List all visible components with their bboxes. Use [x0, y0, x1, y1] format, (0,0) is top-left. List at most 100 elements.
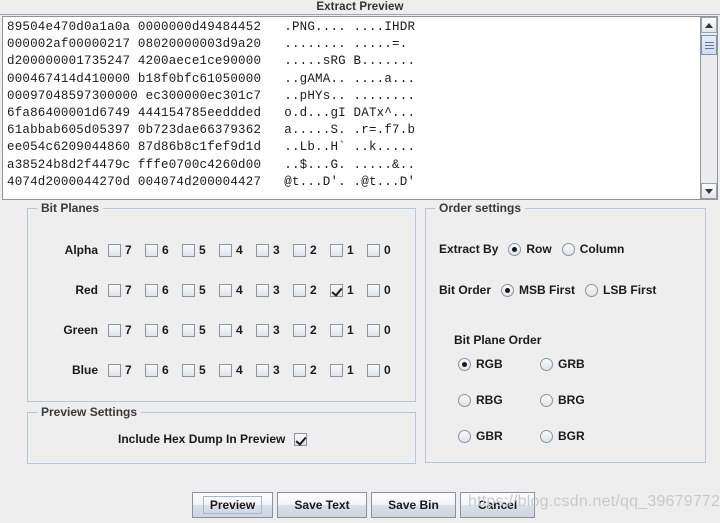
bit-plane-cell-green-4[interactable]: 4 [219, 323, 256, 337]
bit-plane-cell-blue-6[interactable]: 6 [145, 363, 182, 377]
bit-plane-checkbox-blue-2[interactable] [293, 363, 306, 377]
bit-plane-cell-blue-2[interactable]: 2 [293, 363, 330, 377]
bit-plane-order-grb[interactable]: GRB [540, 357, 622, 371]
bit-plane-cell-red-1[interactable]: 1 [330, 283, 367, 297]
bit-plane-checkbox-blue-7[interactable] [108, 363, 121, 377]
bit-plane-cell-blue-4[interactable]: 4 [219, 363, 256, 377]
bit-plane-checkbox-green-3[interactable] [256, 323, 269, 337]
bit-plane-order-grb-radio[interactable] [540, 357, 553, 371]
bit-plane-checkbox-red-6[interactable] [145, 283, 158, 297]
save-bin-button[interactable]: Save Bin [371, 492, 456, 518]
scroll-up-button[interactable] [701, 17, 717, 33]
bit-plane-checkbox-alpha-6[interactable] [145, 243, 158, 257]
bit-plane-cell-red-7[interactable]: 7 [108, 283, 145, 297]
bit-plane-cell-green-6[interactable]: 6 [145, 323, 182, 337]
bit-plane-order-rbg-radio[interactable] [458, 393, 471, 407]
bit-plane-cell-green-3[interactable]: 3 [256, 323, 293, 337]
bit-plane-checkbox-green-7[interactable] [108, 323, 121, 337]
bit-plane-cell-alpha-1[interactable]: 1 [330, 243, 367, 257]
bit-plane-cell-red-0[interactable]: 0 [367, 283, 404, 297]
bit-plane-checkbox-blue-3[interactable] [256, 363, 269, 377]
bit-plane-checkbox-red-3[interactable] [256, 283, 269, 297]
include-hex-dump-checkbox[interactable] [294, 432, 308, 446]
hex-dump-textarea[interactable]: 89504e470d0a1a0a 0000000d49484452 .PNG..… [3, 17, 700, 199]
preview-vertical-scrollbar[interactable] [700, 17, 717, 199]
bit-plane-cell-red-6[interactable]: 6 [145, 283, 182, 297]
bit-plane-cell-alpha-3[interactable]: 3 [256, 243, 293, 257]
bit-order-lsb-first-label: LSB First [603, 283, 657, 297]
bit-plane-cell-alpha-6[interactable]: 6 [145, 243, 182, 257]
bit-plane-checkbox-red-2[interactable] [293, 283, 306, 297]
bit-plane-checkbox-blue-1[interactable] [330, 363, 343, 377]
bit-plane-order-rgb-radio[interactable] [458, 357, 471, 371]
save-text-button[interactable]: Save Text [277, 492, 367, 518]
extract-by-row-radio[interactable] [508, 242, 522, 256]
bit-plane-checkbox-alpha-0[interactable] [367, 243, 380, 257]
bit-plane-cell-alpha-5[interactable]: 5 [182, 243, 219, 257]
bit-plane-checkbox-blue-6[interactable] [145, 363, 158, 377]
bit-plane-checkbox-alpha-7[interactable] [108, 243, 121, 257]
bit-plane-cell-green-1[interactable]: 1 [330, 323, 367, 337]
bit-plane-order-bgr-radio[interactable] [540, 429, 553, 443]
bit-plane-cell-green-7[interactable]: 7 [108, 323, 145, 337]
extract-by-row[interactable]: Row [508, 242, 552, 256]
bit-plane-checkbox-red-4[interactable] [219, 283, 232, 297]
bit-plane-cell-red-2[interactable]: 2 [293, 283, 330, 297]
bit-plane-checkbox-alpha-4[interactable] [219, 243, 232, 257]
bit-plane-checkbox-green-5[interactable] [182, 323, 195, 337]
scroll-down-button[interactable] [701, 183, 717, 199]
scrollbar-track[interactable] [701, 33, 717, 183]
bit-plane-order-gbr[interactable]: GBR [458, 429, 540, 443]
bit-plane-checkbox-alpha-2[interactable] [293, 243, 306, 257]
bit-plane-checkbox-alpha-5[interactable] [182, 243, 195, 257]
bit-plane-cell-blue-5[interactable]: 5 [182, 363, 219, 377]
bit-plane-cell-green-0[interactable]: 0 [367, 323, 404, 337]
bit-plane-cell-blue-7[interactable]: 7 [108, 363, 145, 377]
bit-plane-checkbox-blue-5[interactable] [182, 363, 195, 377]
bit-plane-checkbox-red-5[interactable] [182, 283, 195, 297]
bit-plane-cell-alpha-0[interactable]: 0 [367, 243, 404, 257]
extract-by-column[interactable]: Column [561, 242, 624, 256]
bit-order-lsb-first-radio[interactable] [585, 283, 599, 297]
bit-order-msb-first-radio[interactable] [501, 283, 515, 297]
bit-plane-checkbox-green-2[interactable] [293, 323, 306, 337]
bit-plane-cell-blue-3[interactable]: 3 [256, 363, 293, 377]
bit-plane-cell-green-5[interactable]: 5 [182, 323, 219, 337]
bit-plane-number-label: 6 [162, 283, 169, 297]
bit-plane-checkbox-green-6[interactable] [145, 323, 158, 337]
bit-plane-cell-alpha-7[interactable]: 7 [108, 243, 145, 257]
bit-plane-cell-alpha-2[interactable]: 2 [293, 243, 330, 257]
bit-plane-cell-red-5[interactable]: 5 [182, 283, 219, 297]
bit-plane-cell-blue-1[interactable]: 1 [330, 363, 367, 377]
bit-plane-checkbox-green-1[interactable] [330, 323, 343, 337]
bit-plane-checkbox-red-7[interactable] [108, 283, 121, 297]
bit-order-lsb-first[interactable]: LSB First [585, 283, 656, 297]
bit-plane-checkbox-alpha-1[interactable] [330, 243, 343, 257]
include-hex-dump-option[interactable]: Include Hex Dump In Preview [118, 432, 308, 446]
bit-plane-checkbox-red-1[interactable] [330, 283, 343, 297]
bit-plane-order-gbr-radio[interactable] [458, 429, 471, 443]
bit-plane-checkbox-red-0[interactable] [367, 283, 380, 297]
bit-plane-checkbox-green-0[interactable] [367, 323, 380, 337]
bit-plane-checkbox-green-4[interactable] [219, 323, 232, 337]
bit-plane-cell-red-4[interactable]: 4 [219, 283, 256, 297]
bit-plane-cell-red-3[interactable]: 3 [256, 283, 293, 297]
bit-plane-checkbox-alpha-3[interactable] [256, 243, 269, 257]
bit-plane-order-bgr-label: BGR [558, 429, 585, 443]
bit-planes-group-title: Bit Planes [37, 201, 104, 215]
bit-plane-order-rgb[interactable]: RGB [458, 357, 540, 371]
bit-plane-order-bgr[interactable]: BGR [540, 429, 622, 443]
bit-order-msb-first[interactable]: MSB First [501, 283, 575, 297]
cancel-button[interactable]: Cancel [460, 492, 535, 518]
scrollbar-thumb[interactable] [701, 35, 717, 55]
preview-button[interactable]: Preview [192, 492, 273, 518]
extract-by-column-radio[interactable] [561, 242, 575, 256]
bit-plane-checkbox-blue-0[interactable] [367, 363, 380, 377]
bit-plane-order-brg-radio[interactable] [540, 393, 553, 407]
bit-plane-cell-green-2[interactable]: 2 [293, 323, 330, 337]
bit-plane-order-rbg[interactable]: RBG [458, 393, 540, 407]
bit-plane-cell-alpha-4[interactable]: 4 [219, 243, 256, 257]
bit-plane-cell-blue-0[interactable]: 0 [367, 363, 404, 377]
bit-plane-order-brg[interactable]: BRG [540, 393, 622, 407]
bit-plane-checkbox-blue-4[interactable] [219, 363, 232, 377]
